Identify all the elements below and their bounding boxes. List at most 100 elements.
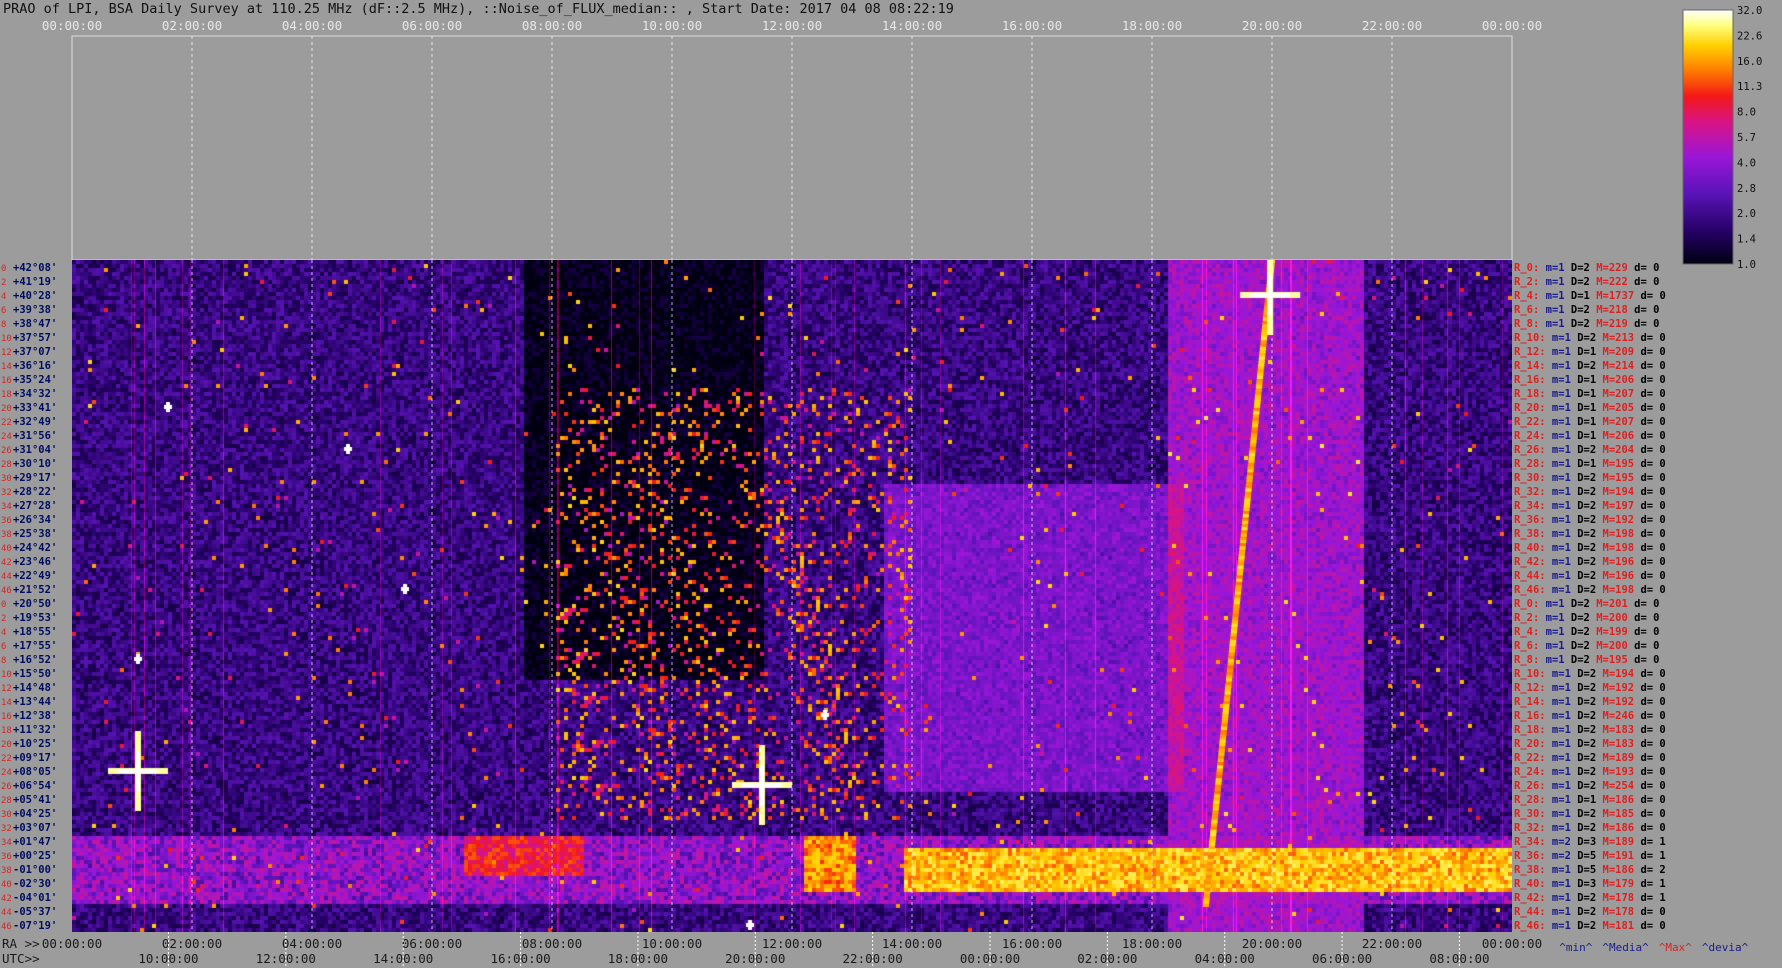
colorbar-label: 2.0: [1737, 208, 1756, 220]
declination-label: +11°32': [13, 724, 57, 736]
ra-tick-label: 00:00:00: [42, 936, 102, 951]
row-index-label: 22: [1, 754, 12, 764]
ra-tick-label: 02:00:00: [162, 936, 222, 951]
row-index-label: 0: [1, 600, 6, 610]
declination-label: -05°37': [13, 906, 57, 918]
row-stat: R_8: m=1 D=2 M=195 d= 0: [1514, 654, 1659, 666]
ra-tick-label: 12:00:00: [762, 936, 822, 951]
declination-label: +06°54': [13, 780, 57, 792]
declination-label: +18°55': [13, 626, 57, 638]
row-index-label: 40: [1, 544, 12, 554]
declination-label: +23°46': [13, 556, 57, 568]
declination-label: +12°38': [13, 710, 57, 722]
declination-label: +27°28': [13, 500, 57, 512]
row-stat: R_0: m=1 D=2 M=229 d= 0: [1514, 262, 1659, 274]
row-index-label: 2: [1, 278, 6, 288]
colorbar: 32.0 22.6 16.0 11.3 8.0 5.7 4.0 2.8 2.0 1.4 1.0: [1682, 5, 1762, 271]
row-index-label: 28: [1, 796, 12, 806]
row-index-label: 46: [1, 586, 12, 596]
row-stat: R_6: m=1 D=2 M=218 d= 0: [1514, 304, 1659, 316]
row-index-label: 16: [1, 712, 12, 722]
row-stat: R_38: m=1 D=5 M=186 d= 2: [1514, 864, 1666, 876]
declination-label: -01°00': [13, 864, 57, 876]
row-index-label: 46: [1, 922, 12, 932]
row-statistics: R_0: m=1 D=2 M=229 d= 0 R_2: m=1 D=2 M=22…: [1514, 262, 1666, 932]
declination-label: +26°34': [13, 514, 57, 526]
declination-label: +36°16': [13, 360, 57, 372]
row-stat: R_2: m=1 D=2 M=222 d= 0: [1514, 276, 1659, 288]
row-stat: R_42: m=1 D=2 M=196 d= 0: [1514, 556, 1666, 568]
declination-label: +31°04': [13, 444, 57, 456]
top-tick-label: 22:00:00: [1362, 18, 1422, 33]
colorbar-label: 1.0: [1737, 259, 1756, 271]
row-index-label: 4: [1, 628, 6, 638]
declination-label: +04°25': [13, 808, 57, 820]
row-index-label: 24: [1, 432, 12, 442]
row-index-label: 26: [1, 446, 12, 456]
row-index-label: 32: [1, 824, 12, 834]
row-index-label: 24: [1, 768, 12, 778]
declination-label: +09°17': [13, 752, 57, 764]
ra-tick-label: 00:00:00: [1482, 936, 1542, 951]
row-index-label: 42: [1, 894, 12, 904]
declination-label: -02°30': [13, 878, 57, 890]
ra-tick-label: 16:00:00: [1002, 936, 1062, 951]
row-index-label: 38: [1, 866, 12, 876]
declination-label: +05°41': [13, 794, 57, 806]
declination-label: +16°52': [13, 654, 57, 666]
row-index-label: 28: [1, 460, 12, 470]
row-index-label: 26: [1, 782, 12, 792]
row-stat: R_30: m=1 D=2 M=195 d= 0: [1514, 472, 1666, 484]
colorbar-label: 22.6: [1737, 30, 1762, 42]
row-stat: R_36: m=2 D=5 M=191 d= 1: [1514, 850, 1666, 862]
row-index-label: 44: [1, 908, 12, 918]
declination-label: +00°25': [13, 850, 57, 862]
ra-axis-prefix: RA >>: [2, 936, 40, 951]
colorbar-label: 11.3: [1737, 81, 1762, 93]
row-stat: R_38: m=1 D=2 M=198 d= 0: [1514, 528, 1666, 540]
declination-label: -04°01': [13, 892, 57, 904]
row-index-label: 44: [1, 572, 12, 582]
row-stat: R_20: m=1 D=1 M=205 d= 0: [1514, 402, 1666, 414]
legend-stats: ^min^ ^Media^ ^Max^ ^devia^: [1546, 928, 1758, 954]
colorbar-label: 5.7: [1737, 132, 1756, 144]
row-stat: R_4: m=1 D=1 M=1737 d= 0: [1514, 290, 1666, 302]
row-index-label: 36: [1, 852, 12, 862]
declination-label: -07°19': [13, 920, 57, 932]
declination-label: +25°38': [13, 528, 57, 540]
row-index-label: 34: [1, 838, 12, 848]
declination-label: +21°52': [13, 584, 57, 596]
row-index-label: 40: [1, 880, 12, 890]
colorbar-gradient: [1682, 9, 1734, 265]
declination-label: +37°57': [13, 332, 57, 344]
top-tick-label: 12:00:00: [762, 18, 822, 33]
row-stat: R_14: m=1 D=2 M=192 d= 0: [1514, 696, 1666, 708]
top-tick-label: 06:00:00: [402, 18, 462, 33]
row-stat: R_12: m=1 D=1 M=209 d= 0: [1514, 346, 1666, 358]
declination-label: +41°19': [13, 276, 57, 288]
row-stat: R_0: m=1 D=2 M=201 d= 0: [1514, 598, 1659, 610]
row-index-label: 8: [1, 656, 6, 666]
row-stat: R_34: m=1 D=2 M=197 d= 0: [1514, 500, 1666, 512]
row-index-label: 34: [1, 502, 12, 512]
row-index-label: 22: [1, 418, 12, 428]
row-index-label: 38: [1, 530, 12, 540]
row-index-label: 4: [1, 292, 6, 302]
row-index-label: 20: [1, 404, 12, 414]
row-stat: R_32: m=1 D=2 M=186 d= 0: [1514, 822, 1666, 834]
top-tick-label: 18:00:00: [1122, 18, 1182, 33]
row-stat: R_18: m=1 D=1 M=207 d= 0: [1514, 388, 1666, 400]
row-index-label: 32: [1, 488, 12, 498]
row-stat: R_40: m=1 D=2 M=198 d= 0: [1514, 542, 1666, 554]
colorbar-label: 2.8: [1737, 183, 1756, 195]
colorbar-label: 4.0: [1737, 157, 1756, 169]
top-tick-label: 20:00:00: [1242, 18, 1302, 33]
row-index-label: 6: [1, 642, 6, 652]
row-stat: R_22: m=1 D=1 M=207 d= 0: [1514, 416, 1666, 428]
legend-min: ^min^: [1559, 941, 1593, 954]
top-empty-panel: [71, 35, 1513, 261]
declination-label: +14°48': [13, 682, 57, 694]
row-index-label: 12: [1, 684, 12, 694]
row-stat: R_26: m=1 D=2 M=204 d= 0: [1514, 444, 1666, 456]
declination-label: +13°44': [13, 696, 57, 708]
